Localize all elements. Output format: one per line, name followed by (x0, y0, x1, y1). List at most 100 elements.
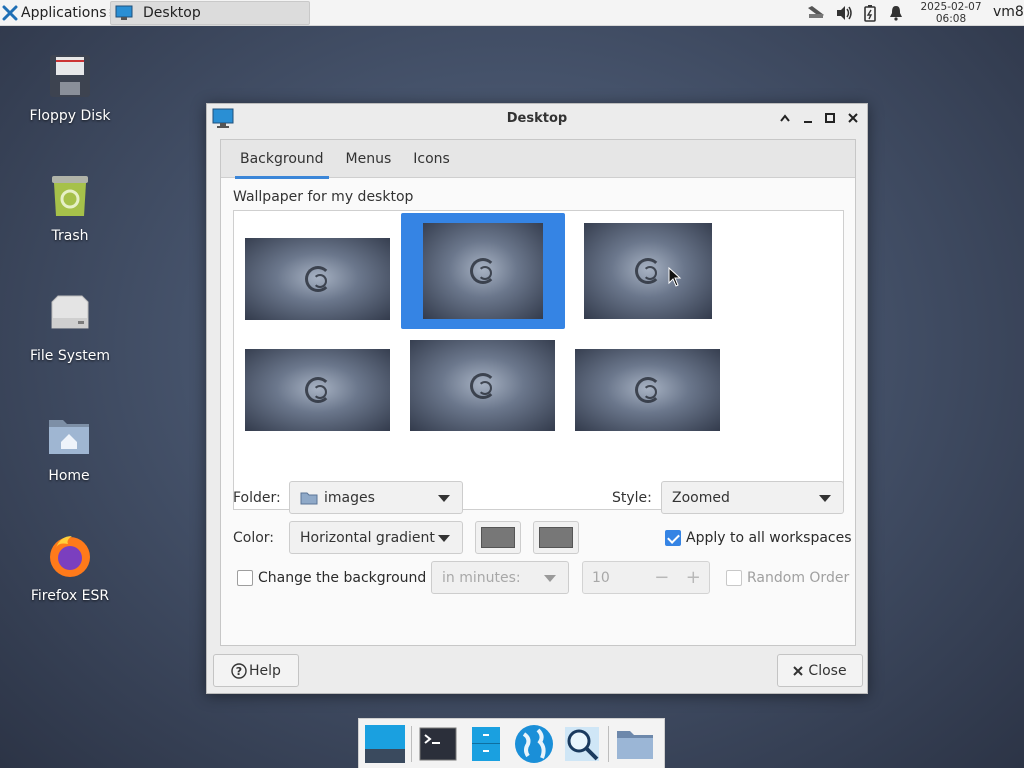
wallpaper-thumbnail[interactable] (245, 349, 391, 432)
tab-icons[interactable]: Icons (402, 140, 461, 178)
user-menu[interactable]: vm8 (993, 4, 1024, 20)
color-2-button[interactable] (533, 521, 579, 554)
folder-icon (300, 492, 318, 504)
style-combo[interactable]: Zoomed (661, 481, 844, 514)
dialog-title: Desktop (506, 111, 568, 126)
desktop-icon-trash[interactable]: Trash (15, 172, 125, 244)
dock-show-desktop[interactable] (363, 722, 407, 766)
taskbar-window-button[interactable]: Desktop (110, 1, 310, 25)
wallpaper-label: Wallpaper for my desktop (233, 189, 414, 205)
wallpaper-thumbnail-selected[interactable] (401, 213, 565, 329)
tab-menus[interactable]: Menus (335, 140, 403, 178)
dock-separator (608, 725, 609, 762)
folder-icon (617, 730, 653, 759)
battery-icon[interactable] (863, 0, 877, 26)
dock-terminal[interactable] (416, 722, 460, 766)
wallpaper-image (584, 223, 712, 319)
trash-icon (52, 176, 88, 216)
color-style-value: Horizontal gradient (300, 529, 435, 546)
desktop-settings-icon (212, 108, 234, 128)
style-label: Style: (612, 490, 652, 506)
help-icon: ? (231, 662, 247, 679)
desktop-settings-icon (115, 5, 133, 20)
wallpaper-grid (233, 210, 844, 510)
xfce-logo-icon (2, 5, 18, 20)
settings-notebook: Background Menus Icons Wallpaper for my … (220, 139, 856, 646)
color-style-combo[interactable]: Horizontal gradient (289, 521, 463, 554)
clock-time: 06:08 (935, 13, 967, 25)
notification-bell-icon[interactable] (889, 0, 903, 26)
desktop-icon-file-system[interactable]: File System (15, 292, 125, 364)
help-button[interactable]: ? Help (213, 654, 299, 687)
apply-all-workspaces-checkbox[interactable]: Apply to all workspaces (665, 530, 852, 546)
svg-text:?: ? (236, 665, 242, 678)
desktop-icon-label: Floppy Disk (29, 108, 111, 124)
close-label: Close (808, 662, 847, 679)
random-order-checkbox[interactable]: Random Order (726, 570, 849, 586)
close-icon (848, 113, 858, 123)
clock-date: 2025-02-07 (920, 1, 982, 13)
interval-unit-combo[interactable]: in minutes: (431, 561, 569, 594)
folder-combo[interactable]: images (289, 481, 463, 514)
wallpaper-image (410, 340, 555, 431)
dock-panel (358, 718, 665, 768)
help-label: Help (249, 662, 281, 679)
wallpaper-image (423, 223, 543, 319)
desktop-icon-home[interactable]: Home (14, 412, 124, 484)
minimize-button[interactable] (800, 110, 816, 126)
wallpaper-thumbnail[interactable] (410, 340, 556, 432)
firefox-icon (50, 536, 90, 577)
desktop-icon-floppy-disk[interactable]: Floppy Disk (15, 52, 125, 124)
top-panel: Applications ⁝ Desktop 2025-02-07 06:08 … (0, 0, 1024, 26)
dialog-titlebar[interactable]: Desktop (207, 104, 867, 133)
close-window-button[interactable] (845, 110, 861, 126)
desktop-icon-label: File System (29, 348, 111, 364)
taskbar-window-title: Desktop (143, 5, 201, 21)
chevron-down-icon (819, 495, 831, 502)
interval-spinner[interactable]: 10 − + (582, 561, 710, 594)
applications-menu[interactable]: Applications ⁝ (0, 0, 116, 26)
tab-background[interactable]: Background (229, 140, 335, 179)
dock-web-browser[interactable] (512, 722, 556, 766)
wallpaper-image (575, 349, 720, 431)
style-value: Zoomed (672, 489, 730, 506)
maximize-button[interactable] (822, 110, 838, 126)
chevron-up-icon (780, 114, 790, 122)
minus-icon[interactable]: − (646, 567, 677, 588)
interval-value: 10 (592, 569, 610, 586)
floppy-disk-icon (50, 55, 90, 97)
dock-file-manager[interactable] (464, 722, 508, 766)
wallpaper-image (245, 349, 390, 431)
wallpaper-thumbnail[interactable] (584, 223, 713, 320)
wallpaper-thumbnail[interactable] (245, 238, 391, 321)
color-1-button[interactable] (475, 521, 521, 554)
close-button[interactable]: Close (777, 654, 863, 687)
apply-all-workspaces-label: Apply to all workspaces (686, 530, 852, 546)
clock[interactable]: 2025-02-07 06:08 (914, 0, 988, 26)
desktop-icon-firefox[interactable]: Firefox ESR (15, 532, 125, 604)
plus-icon[interactable]: + (678, 567, 709, 588)
dock-folder[interactable] (613, 722, 657, 766)
chevron-down-icon (438, 535, 450, 542)
desktop-icon-label: Home (48, 468, 90, 484)
volume-icon[interactable] (835, 0, 853, 26)
dock-search[interactable] (560, 722, 604, 766)
checkbox-checked-icon (665, 530, 681, 546)
network-icon[interactable] (805, 0, 827, 26)
change-background-checkbox[interactable]: Change the background (237, 570, 426, 586)
dock-separator (411, 725, 412, 762)
shade-button[interactable] (777, 110, 793, 126)
folder-label: Folder: (233, 490, 281, 506)
color-1-swatch (481, 527, 515, 548)
checkbox-unchecked-icon (237, 570, 253, 586)
terminal-icon (419, 727, 457, 760)
wallpaper-thumbnail[interactable] (575, 349, 721, 432)
color-label: Color: (233, 530, 275, 546)
show-desktop-icon (365, 724, 405, 763)
folder-value: images (324, 489, 375, 506)
applications-label: Applications (21, 4, 107, 21)
minimize-icon (804, 121, 812, 123)
chevron-down-icon (438, 495, 450, 502)
home-folder-icon (49, 420, 89, 454)
color-2-swatch (539, 527, 573, 548)
